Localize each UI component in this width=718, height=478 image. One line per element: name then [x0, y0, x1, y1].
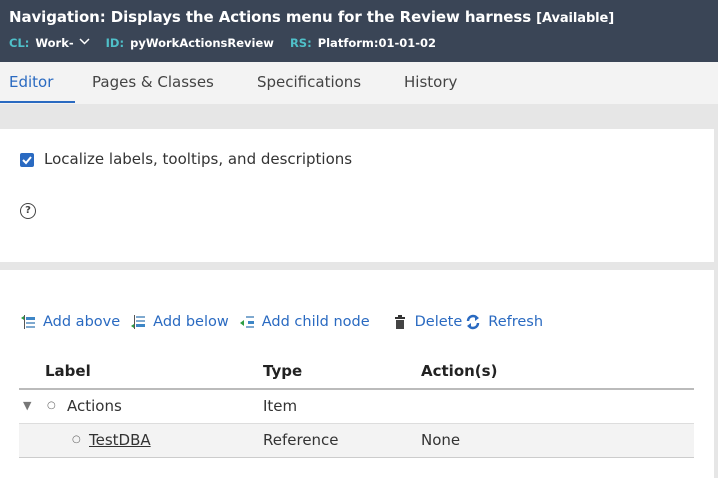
- checkmark-icon: [22, 156, 32, 165]
- tree-node-bullet-icon: ○: [47, 400, 56, 411]
- row-type: Item: [263, 397, 298, 415]
- active-tab-indicator: [0, 101, 75, 103]
- add-above-button[interactable]: Add above: [20, 314, 120, 330]
- row-action: None: [421, 431, 461, 449]
- cl-label: CL:: [9, 36, 30, 50]
- help-icon[interactable]: ?: [20, 203, 36, 219]
- row-label: Actions: [67, 397, 122, 415]
- collapse-triangle-icon[interactable]: ▼: [23, 399, 31, 412]
- tree-toolbar: Add above Add below Add child node Delet…: [20, 312, 543, 332]
- refresh-label: Refresh: [488, 314, 544, 330]
- tab-editor[interactable]: Editor: [9, 73, 53, 91]
- cl-value[interactable]: Work-: [35, 36, 73, 50]
- add-below-label: Add below: [153, 314, 229, 330]
- table-row[interactable]: ○ TestDBA Reference None: [19, 424, 694, 458]
- add-above-icon: [21, 315, 35, 329]
- add-child-node-button[interactable]: Add child node: [239, 314, 370, 330]
- id-value: pyWorkActionsReview: [130, 36, 274, 50]
- tab-history[interactable]: History: [404, 73, 457, 91]
- add-child-node-label: Add child node: [261, 314, 370, 330]
- refresh-button[interactable]: Refresh: [465, 314, 543, 330]
- tab-pages-classes[interactable]: Pages & Classes: [92, 73, 214, 91]
- add-above-label: Add above: [43, 314, 121, 330]
- add-child-node-icon: [239, 316, 254, 328]
- delete-label: Delete: [414, 314, 463, 330]
- column-header-type[interactable]: Type: [263, 362, 302, 380]
- delete-button[interactable]: Delete: [392, 314, 463, 330]
- column-header-actions[interactable]: Action(s): [421, 362, 497, 380]
- table-header: Label Type Action(s): [19, 355, 694, 390]
- navigation-tree-table: Label Type Action(s) ▼ ○ Actions Item ○ …: [19, 355, 694, 458]
- tab-bar: Editor Pages & Classes Specifications Hi…: [0, 62, 718, 104]
- localize-checkbox[interactable]: [20, 153, 34, 167]
- navigation-tree-panel: Add above Add below Add child node Delet…: [0, 270, 714, 478]
- add-below-button[interactable]: Add below: [130, 314, 229, 330]
- rs-label: RS:: [289, 36, 312, 50]
- rule-title-text: Navigation: Displays the Actions menu fo…: [9, 8, 532, 26]
- rs-value: Platform:01-01-02: [317, 36, 437, 50]
- trash-icon: [394, 315, 405, 329]
- rule-header: Navigation: Displays the Actions menu fo…: [0, 0, 718, 62]
- rule-meta: CL: Work- ID: pyWorkActionsReview RS: Pl…: [9, 36, 452, 50]
- id-label: ID:: [105, 36, 125, 50]
- localization-panel: Localize labels, tooltips, and descripti…: [0, 129, 714, 262]
- table-row[interactable]: ▼ ○ Actions Item: [19, 390, 694, 424]
- chevron-down-icon[interactable]: [79, 36, 90, 47]
- localize-label[interactable]: Localize labels, tooltips, and descripti…: [44, 150, 352, 168]
- tree-node-bullet-icon: ○: [72, 434, 81, 445]
- refresh-icon: [467, 314, 480, 330]
- column-header-label[interactable]: Label: [45, 362, 91, 380]
- tab-specifications[interactable]: Specifications: [257, 73, 361, 91]
- row-label-link[interactable]: TestDBA: [89, 431, 151, 449]
- rule-title: Navigation: Displays the Actions menu fo…: [9, 8, 614, 26]
- row-type: Reference: [263, 431, 339, 449]
- add-below-icon: [131, 315, 146, 329]
- rule-status-badge: [Available]: [536, 11, 615, 26]
